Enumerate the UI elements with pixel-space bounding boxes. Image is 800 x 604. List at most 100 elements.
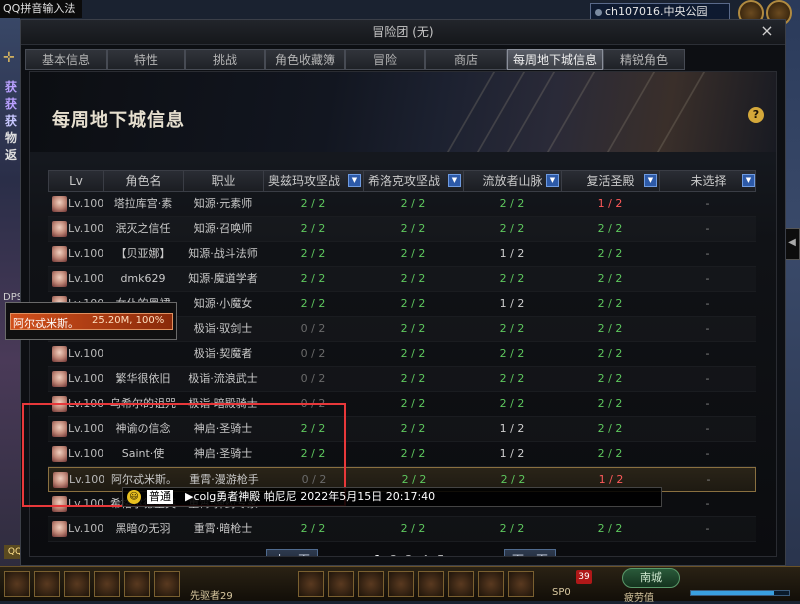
ime-indicator: QQ拼音输入法 (0, 0, 82, 18)
cell-exile-mountain: 2 / 2 (499, 197, 525, 210)
skill-slot-3[interactable] (64, 571, 90, 597)
dps-player-name: 阿尔忒米斯。 (13, 317, 79, 330)
table-row[interactable]: Lv.100 dmk629 知源·魔道学者 2 / 2 2 / 2 2 / 2 2 / 2 - (48, 267, 756, 292)
tab-elite-characters[interactable]: 精锐角色 (603, 49, 685, 70)
tab-weekly-dungeon[interactable]: 每周地下城信息 (507, 49, 603, 70)
exp-fill (691, 591, 775, 595)
chat-channel-label[interactable]: 普通 (147, 490, 173, 504)
bottom-hud: 先驱者29 SP0 疲劳值 (0, 566, 800, 604)
cell-name: 塔拉库宫·素 (113, 197, 173, 210)
table-row[interactable]: Lv.100 泯灭之信任 知源·召唤师 2 / 2 2 / 2 2 / 2 2 / 2 - (48, 217, 756, 242)
server-name: ch107016.中央公园 (605, 5, 708, 18)
cell-unselected: - (705, 397, 710, 410)
cell-resurrection: 2 / 2 (597, 372, 623, 385)
table-row[interactable]: Lv.100 乌希尔的诅咒 极诣·暗殿骑士 0 / 2 2 / 2 2 / 2 2 / 2 - (48, 392, 756, 417)
page-title: 每周地下城信息 (52, 110, 185, 131)
cell-lv: Lv.100 (68, 447, 103, 460)
page-2[interactable]: 2 (390, 549, 398, 556)
prev-page-button[interactable]: 上一页 (266, 549, 318, 556)
cell-unselected: - (705, 197, 710, 210)
cell-sirocco: 2 / 2 (400, 422, 426, 435)
cell-job: 极诣·驭剑士 (193, 322, 253, 335)
cell-ozma: 2 / 2 (300, 197, 326, 210)
skill-slot-11[interactable] (418, 571, 444, 597)
table-row[interactable]: Lv.100 黑暗の无羽 重霄·暗枪士 2 / 2 2 / 2 2 / 2 2 / 2 - (48, 517, 756, 542)
server-indicator[interactable]: ch107016.中央公园 (590, 3, 730, 20)
notification-badge: 39 (576, 570, 592, 584)
table-row[interactable]: Lv.100 Saint·使 神启·圣骑士 2 / 2 2 / 2 1 / 2 2 / 2 - (48, 442, 756, 467)
table-row[interactable]: Lv.100 【贝亚娜】 知源·战斗法师 2 / 2 2 / 2 1 / 2 2 / 2 - (48, 242, 756, 267)
tab-collection[interactable]: 角色收藏簿 (265, 49, 345, 70)
cell-job: 知源·战斗法师 (188, 247, 258, 260)
skill-slot-10[interactable] (388, 571, 414, 597)
table-row[interactable]: Lv.100 塔拉库宫·素 知源·元素师 2 / 2 2 / 2 2 / 2 1 / 2 - (48, 192, 756, 217)
cell-name: 泯灭之信任 (115, 222, 171, 235)
adventure-team-window: 冒险团 (无) × 基本信息 特性 挑战 角色收藏簿 冒险 商店 每周地下城信息… (20, 19, 786, 566)
page-4[interactable]: 4 (421, 549, 429, 556)
col-header-exile-mountain[interactable]: 流放者山脉 ▼ (464, 171, 562, 191)
cell-exile-mountain: 2 / 2 (499, 522, 525, 535)
cell-unselected: - (705, 272, 710, 285)
dropdown-icon[interactable]: ▼ (348, 174, 361, 187)
skill-slot-14[interactable] (508, 571, 534, 597)
next-page-button[interactable]: 下一页 (504, 549, 556, 556)
tab-adventure[interactable]: 冒险 (345, 49, 425, 70)
cell-lv: Lv.100 (68, 422, 103, 435)
skill-slot-4[interactable] (94, 571, 120, 597)
col-header-unselected[interactable]: 未选择 ▼ (660, 171, 757, 191)
cell-job: 知源·元素师 (193, 197, 253, 210)
page-1[interactable]: 1 (374, 549, 382, 556)
cell-sirocco: 2 / 2 (400, 197, 426, 210)
cell-unselected: - (705, 497, 710, 510)
cell-unselected: - (705, 347, 710, 360)
tab-challenge[interactable]: 挑战 (185, 49, 265, 70)
cell-resurrection: 2 / 2 (597, 347, 623, 360)
dropdown-icon[interactable]: ▼ (644, 174, 657, 187)
server-dot-icon (595, 8, 602, 16)
close-icon[interactable]: × (759, 23, 775, 39)
cell-resurrection: 1 / 2 (597, 197, 623, 210)
move-icon[interactable]: ✛ (3, 50, 19, 66)
cell-name: dmk629 (120, 272, 166, 285)
cell-resurrection: 2 / 2 (597, 522, 623, 535)
table-row[interactable]: Lv.100 神谕の信念 神启·圣骑士 2 / 2 2 / 2 1 / 2 2 / 2 - (48, 417, 756, 442)
col-header-job: 职业 (184, 171, 264, 191)
cell-sirocco: 2 / 2 (400, 322, 426, 335)
tab-traits[interactable]: 特性 (107, 49, 185, 70)
skill-slot-2[interactable] (34, 571, 60, 597)
skill-slot-8[interactable] (328, 571, 354, 597)
skill-slot-6[interactable] (154, 571, 180, 597)
table-row[interactable]: Lv.100 繁华很依旧 极诣·流浪武士 0 / 2 2 / 2 2 / 2 2 / 2 - (48, 367, 756, 392)
cell-ozma: 2 / 2 (300, 222, 326, 235)
page-3[interactable]: 3 (405, 549, 413, 556)
skill-slot-1[interactable] (4, 571, 30, 597)
skill-slot-5[interactable] (124, 571, 150, 597)
cell-job: 知源·魔道学者 (188, 272, 258, 285)
dropdown-icon[interactable]: ▼ (546, 174, 559, 187)
page-5[interactable]: 5 (437, 549, 445, 556)
table-row[interactable]: Lv.100 极诣·契魔者 0 / 2 2 / 2 2 / 2 2 / 2 - (48, 342, 756, 367)
skill-slot-12[interactable] (448, 571, 474, 597)
dropdown-icon[interactable]: ▼ (742, 174, 755, 187)
tab-basic-info[interactable]: 基本信息 (25, 49, 107, 70)
dropdown-icon[interactable]: ▼ (448, 174, 461, 187)
col-header-ozma[interactable]: 奥兹玛攻坚战 ▼ (264, 171, 364, 191)
col-header-sirocco[interactable]: 希洛克攻坚战 ▼ (364, 171, 464, 191)
skill-slot-9[interactable] (358, 571, 384, 597)
help-icon[interactable]: ? (748, 107, 764, 123)
skill-slot-7[interactable] (298, 571, 324, 597)
cell-exile-mountain: 1 / 2 (499, 447, 525, 460)
return-town-button[interactable]: 南城 (622, 568, 680, 588)
tab-shop[interactable]: 商店 (425, 49, 507, 70)
side-arrow-icon[interactable]: ◀ (784, 228, 800, 260)
cell-exile-mountain: 2 / 2 (499, 372, 525, 385)
cell-name: 【贝亚娜】 (115, 247, 171, 260)
exp-label: 疲劳值 (624, 593, 654, 604)
skill-slot-13[interactable] (478, 571, 504, 597)
cell-name: 黑暗の无羽 (115, 522, 171, 535)
cell-lv: Lv.100 (69, 473, 104, 486)
col-header-resurrection[interactable]: 复活圣殿 ▼ (562, 171, 660, 191)
cell-resurrection: 2 / 2 (597, 247, 623, 260)
cell-ozma: 2 / 2 (300, 422, 326, 435)
side-notice-5: 返 (5, 148, 18, 162)
